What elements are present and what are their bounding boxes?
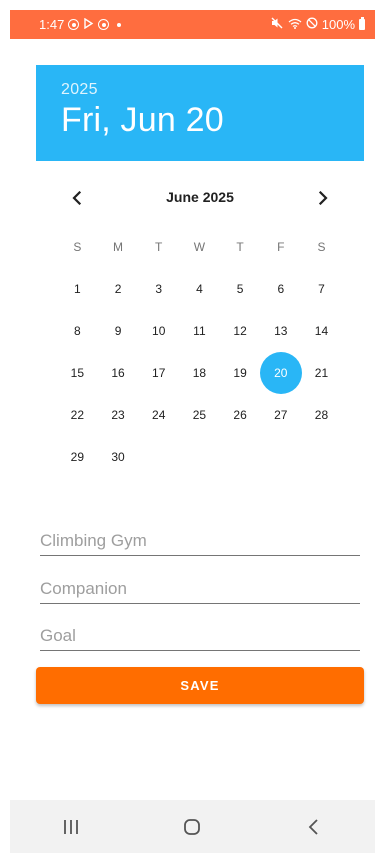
calendar-day[interactable]: 16 — [98, 352, 139, 394]
calendar-day-label: 23 — [111, 408, 125, 422]
status-time: 1:47 — [39, 17, 65, 32]
home-button[interactable] — [172, 807, 212, 847]
recents-button[interactable] — [51, 807, 91, 847]
calendar-day-label: 13 — [274, 324, 288, 338]
calendar-day-label: 2 — [114, 282, 122, 296]
calendar-day-selected[interactable]: 20 — [260, 352, 301, 394]
weekday-label: S — [317, 240, 326, 254]
weekday-label: S — [73, 240, 82, 254]
calendar-day[interactable]: 10 — [138, 310, 179, 352]
weekday-label: M — [113, 240, 124, 254]
calendar-day[interactable]: 15 — [57, 352, 98, 394]
calendar-day[interactable]: 4 — [179, 268, 220, 310]
calendar-day[interactable]: 24 — [138, 394, 179, 436]
calendar-day-label: 9 — [114, 324, 122, 338]
calendar-day[interactable]: 22 — [57, 394, 98, 436]
calendar-day-label: 20 — [274, 366, 288, 380]
calendar-day[interactable]: 2 — [98, 268, 139, 310]
calendar-day-label: 18 — [192, 366, 207, 380]
do-not-disturb-icon — [306, 17, 318, 32]
calendar-day-label: 16 — [111, 366, 125, 380]
date-picker-header: 2025 Fri, Jun 20 — [36, 65, 364, 161]
battery-icon — [359, 17, 365, 30]
calendar-day[interactable]: 23 — [98, 394, 139, 436]
weekday-label: T — [236, 240, 244, 254]
home-icon — [184, 818, 201, 835]
calendar-day[interactable]: 26 — [220, 394, 261, 436]
save-button[interactable]: SAVE — [36, 667, 364, 704]
back-icon — [308, 818, 318, 835]
calendar-day-label: 1 — [74, 282, 81, 296]
calendar-day-label: 15 — [70, 366, 85, 380]
calendar-day-label: 28 — [314, 408, 329, 422]
calendar-day-label: 27 — [274, 408, 288, 422]
calendar-day-label: 10 — [152, 324, 166, 338]
status-left: 1:47 — [39, 17, 122, 32]
calendar-day-label: 3 — [155, 282, 163, 296]
system-navigation-bar — [10, 800, 375, 853]
calendar-day[interactable]: 30 — [98, 436, 139, 478]
calendar-day[interactable]: 17 — [138, 352, 179, 394]
back-button[interactable] — [294, 807, 334, 847]
calendar-day[interactable]: 3 — [138, 268, 179, 310]
screen-record-icon — [98, 19, 110, 30]
calendar-day-label: 26 — [233, 408, 247, 422]
next-month-button[interactable] — [310, 185, 336, 211]
notification-dot-icon — [117, 22, 122, 27]
wifi-icon — [288, 18, 302, 32]
battery-percent: 100% — [321, 17, 355, 32]
status-right: 100% — [271, 17, 365, 32]
play-store-icon — [83, 17, 94, 32]
calendar-day-label: 21 — [314, 366, 329, 380]
calendar-day-label: 19 — [233, 366, 247, 380]
climbing-gym-input[interactable] — [40, 526, 360, 556]
record-icon — [68, 19, 80, 30]
calendar-day[interactable]: 11 — [179, 310, 220, 352]
calendar-day-label: 12 — [233, 324, 247, 338]
calendar-day[interactable]: 8 — [57, 310, 98, 352]
calendar-day[interactable]: 28 — [301, 394, 342, 436]
calendar-day[interactable]: 6 — [260, 268, 301, 310]
calendar-day[interactable]: 5 — [220, 268, 261, 310]
calendar-day[interactable]: 19 — [220, 352, 261, 394]
header-year[interactable]: 2025 — [61, 81, 364, 99]
calendar-day-label: 6 — [277, 282, 285, 296]
calendar-day-label: 24 — [152, 408, 166, 422]
recents-icon — [63, 819, 78, 834]
weekday-label: T — [155, 240, 163, 254]
calendar-day[interactable]: 14 — [301, 310, 342, 352]
calendar-day-label: 14 — [314, 324, 329, 338]
calendar-day[interactable]: 9 — [98, 310, 139, 352]
calendar-day[interactable]: 1 — [57, 268, 98, 310]
weekday-label: F — [277, 240, 285, 254]
calendar-day[interactable]: 13 — [260, 310, 301, 352]
calendar-day-label: 29 — [70, 450, 85, 464]
calendar-day-label: 8 — [74, 324, 81, 338]
calendar-day[interactable]: 27 — [260, 394, 301, 436]
calendar-day-label: 11 — [193, 324, 206, 338]
calendar-grid: S M T W T F S 1 2 3 4 5 6 7 8 9 10 11 12 13 14 15 16 17 18 19 20 21… — [57, 226, 364, 478]
month-navigation: June 2025 — [36, 170, 364, 226]
calendar-day-label: 17 — [152, 366, 166, 380]
calendar: June 2025 S M T W T F S 1 2 3 4 5 6 7 8 9 10 11 12 13 14 15 16… — [36, 170, 364, 478]
chevron-right-icon — [318, 191, 328, 205]
weekday-label: W — [193, 240, 206, 254]
goal-input[interactable] — [40, 621, 360, 651]
calendar-day-label: 30 — [111, 450, 125, 464]
header-selected-date[interactable]: Fri, Jun 20 — [61, 101, 364, 140]
calendar-day-label: 4 — [196, 282, 203, 296]
calendar-day[interactable]: 21 — [301, 352, 342, 394]
calendar-day[interactable]: 25 — [179, 394, 220, 436]
calendar-day[interactable]: 12 — [220, 310, 261, 352]
calendar-day-label: 7 — [318, 282, 325, 296]
companion-input[interactable] — [40, 574, 360, 604]
calendar-day-label: 5 — [236, 282, 244, 296]
status-bar: 1:47 100% — [10, 10, 375, 39]
calendar-day-label: 22 — [70, 408, 85, 422]
calendar-day[interactable]: 29 — [57, 436, 98, 478]
mute-icon — [271, 17, 284, 32]
calendar-day[interactable]: 7 — [301, 268, 342, 310]
calendar-day[interactable]: 18 — [179, 352, 220, 394]
calendar-day-label: 25 — [192, 408, 207, 422]
